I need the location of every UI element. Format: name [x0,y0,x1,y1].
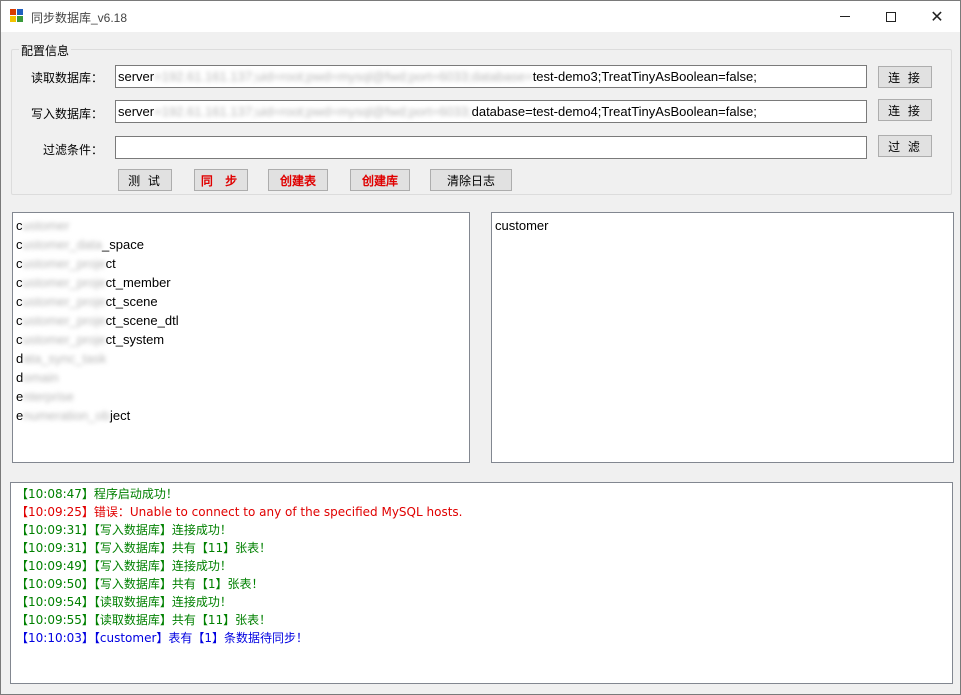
log-line: 【10:09:25】错误：Unable to connect to any of… [16,505,463,519]
table-name-redacted: ustomer [22,218,70,233]
create-table-button[interactable]: 创建表 [268,169,328,191]
table-name-tail: ject [109,408,131,423]
log-line: 【10:09:54】【读取数据库】连接成功！ [16,595,232,609]
log-line: 【10:09:55】【读取数据库】共有【11】张表！ [16,613,272,627]
target-table-item[interactable]: customer [495,216,950,235]
table-name-tail: ct_member [105,275,171,290]
log-line: 【10:09:49】【写入数据库】连接成功！ [16,559,232,573]
source-table-item[interactable]: customer_project_system [16,330,466,349]
connect-write-button[interactable]: 连 接 [878,99,932,121]
maximize-icon [886,11,896,22]
source-table-item[interactable]: customer [16,216,466,235]
table-name-redacted: ustomer_proje [22,313,106,328]
table-name-head: c [16,275,23,290]
table-name-tail: ct_scene [105,294,158,309]
source-table-item[interactable]: customer_data_space [16,235,466,254]
table-name-redacted: nterprise [23,389,74,404]
table-name-head: c [16,294,23,309]
clear-log-button[interactable]: 清除日志 [430,169,512,191]
filter-button[interactable]: 过 滤 [878,135,932,157]
read-db-redacted: =192.61.161.137;uid=root;pwd=mysql@fwd;p… [154,69,533,84]
maximize-button[interactable] [868,1,914,32]
minimize-icon [840,16,850,17]
log-line: 【10:08:47】程序启动成功！ [16,487,178,501]
close-button[interactable]: ✕ [914,1,960,32]
table-name-head: c [16,256,23,271]
source-table-item[interactable]: enterprise [16,387,466,406]
table-name-redacted: ustomer_proje [22,332,106,347]
table-name-tail: ct [105,256,116,271]
write-db-input[interactable]: server=192.61.161.137;uid=root;pwd=mysql… [115,100,867,123]
table-name-head: c [16,237,23,252]
source-table-item[interactable]: customer_project_scene [16,292,466,311]
table-name-redacted: ustomer_data [22,237,103,252]
log-line: 【10:10:03】【customer】表有【1】条数据待同步！ [16,631,309,645]
source-table-item[interactable]: customer_project_scene_dtl [16,311,466,330]
log-line: 【10:09:50】【写入数据库】共有【1】张表！ [16,577,264,591]
table-name-redacted: ata_sync_task [23,351,107,366]
table-name-redacted: omain [23,370,59,385]
source-table-item[interactable]: data_sync_task [16,349,466,368]
table-name-head: c [16,332,23,347]
write-db-prefix: server [118,104,155,119]
read-db-label: 读取数据库： [30,71,103,85]
log-line: 【10:09:31】【写入数据库】连接成功！ [16,523,232,537]
table-name-redacted: ustomer_proje [22,294,106,309]
write-db-redacted: =192.61.161.137;uid=root;pwd=mysql@fwd;p… [154,104,472,119]
test-button[interactable]: 测 试 [118,169,172,191]
write-db-label: 写入数据库： [30,107,103,121]
table-name-redacted: ustomer_proje [22,275,106,290]
app-icon [10,9,24,23]
sync-button[interactable]: 同 步 [194,169,248,191]
source-table-list[interactable]: customer customer_data_space customer_proj… [12,212,470,463]
log-line: 【10:09:31】【写入数据库】共有【11】张表！ [16,541,272,555]
read-db-input[interactable]: server=192.61.161.137;uid=root;pwd=mysql… [115,65,867,88]
write-db-suffix: database=test-demo4;TreatTinyAsBoolean=f… [471,104,757,119]
table-name-redacted: numeration_ob [23,408,110,423]
create-db-button[interactable]: 创建库 [350,169,410,191]
title-bar: 同步数据库_v6.18 ✕ [1,1,960,32]
filter-input[interactable] [115,136,867,159]
filter-label: 过滤条件： [42,143,103,157]
table-name-head: c [16,313,23,328]
source-table-item[interactable]: domain [16,368,466,387]
connect-read-button[interactable]: 连 接 [878,66,932,88]
window-title: 同步数据库_v6.18 [31,11,128,25]
table-name-tail: ct_scene_dtl [105,313,179,328]
table-name-tail: ct_system [105,332,165,347]
close-icon: ✕ [930,7,944,26]
source-table-item[interactable]: enumeration_object [16,406,466,425]
table-name-tail: _space [102,237,144,252]
read-db-suffix: test-demo3;TreatTinyAsBoolean=false; [532,69,757,84]
table-name-redacted: ustomer_proje [22,256,106,271]
config-group-title: 配置信息 [19,42,72,59]
source-table-item[interactable]: customer_project [16,254,466,273]
minimize-button[interactable] [822,1,868,32]
table-name-head: c [16,218,23,233]
app-window: 同步数据库_v6.18 ✕ 配置信息 读取数据库： server=192.61.… [0,0,961,695]
target-table-list[interactable]: customer [491,212,954,463]
read-db-prefix: server [118,69,155,84]
log-panel[interactable]: 【10:08:47】程序启动成功！ 【10:09:25】错误：Unable to … [10,482,953,684]
source-table-item[interactable]: customer_project_member [16,273,466,292]
